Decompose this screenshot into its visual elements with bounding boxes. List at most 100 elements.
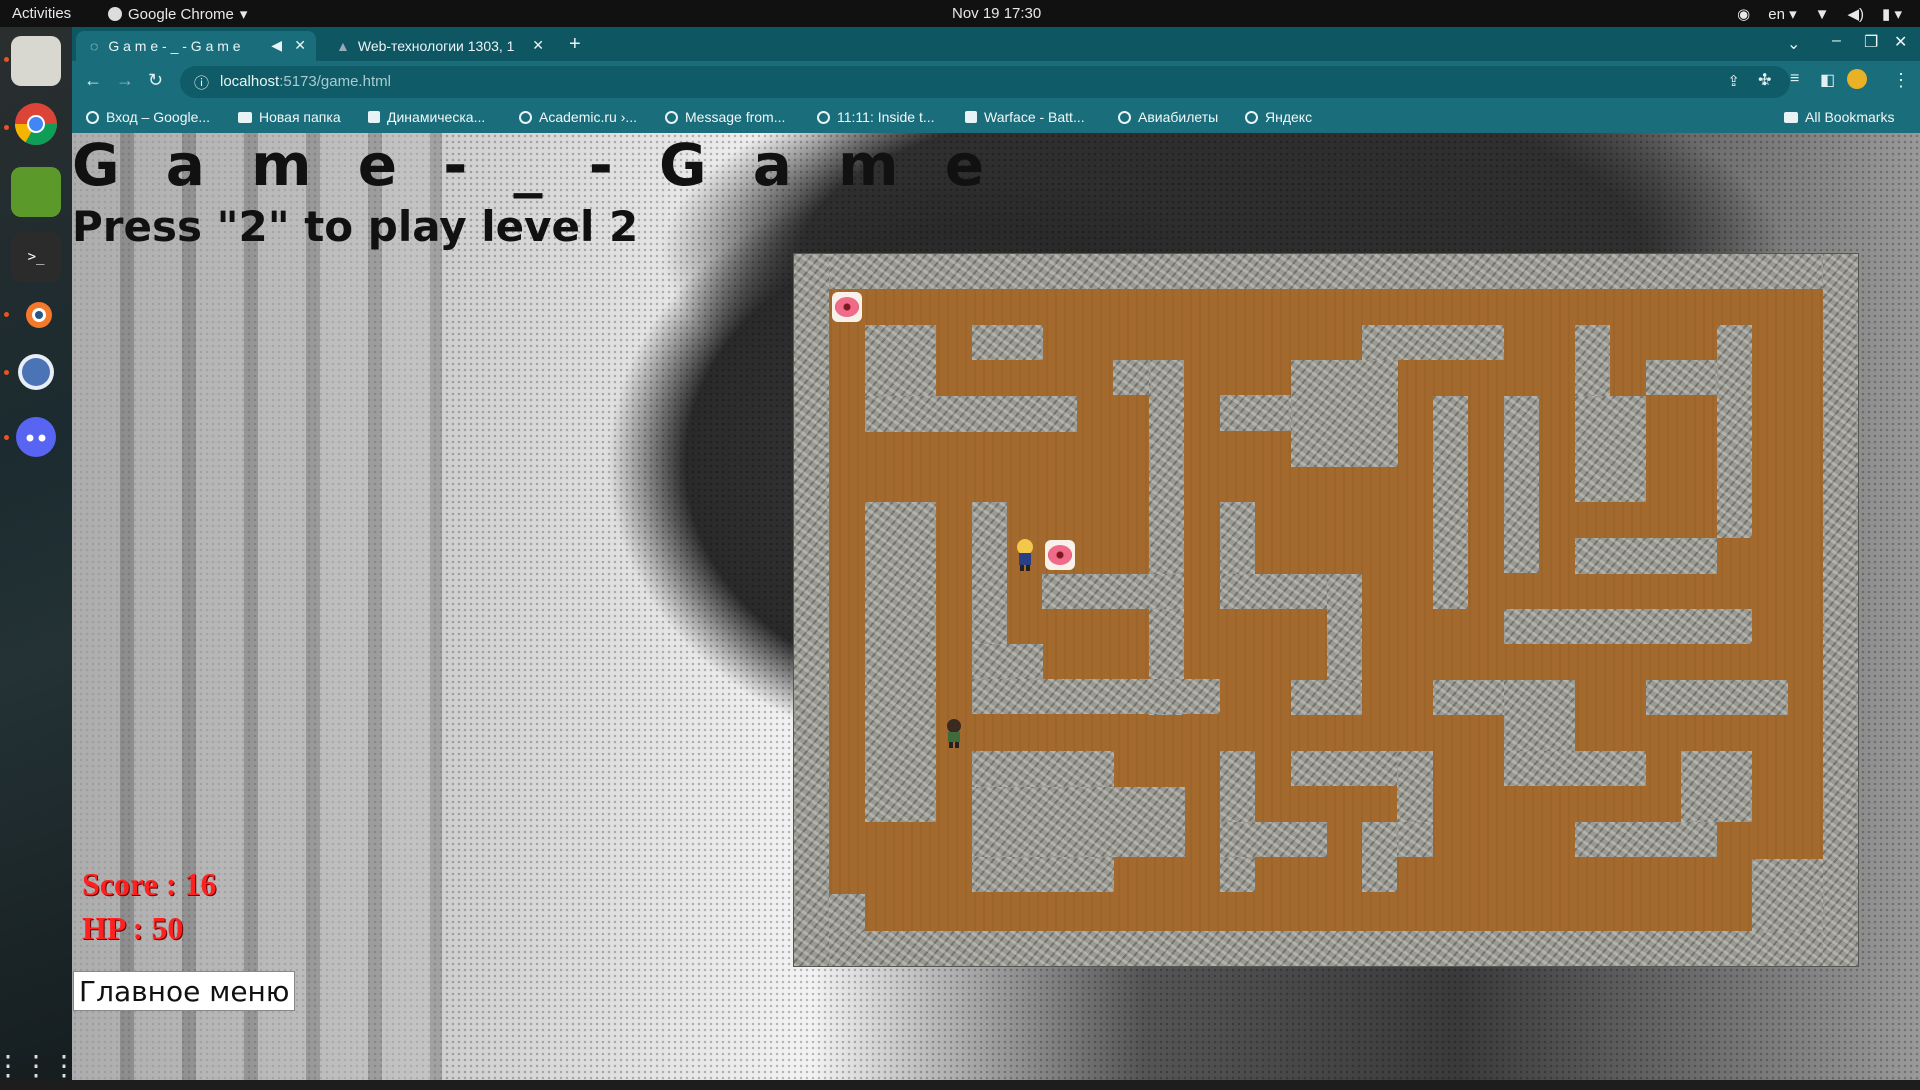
wall (1681, 751, 1752, 822)
score-display: Score : 16 (82, 866, 217, 902)
running-indicator (4, 57, 9, 62)
wall (865, 502, 936, 822)
wall (1575, 538, 1717, 574)
hp-display: HP : 50 (82, 910, 184, 946)
system-top-bar: Activities Google Chrome ▾ Nov 19 17:30 … (0, 0, 1920, 27)
running-indicator (4, 370, 9, 375)
folder-icon (238, 111, 252, 123)
running-indicator (4, 125, 9, 130)
tab-strip: ◌ G a m e - _ - G a m e ◀ ✕ ▲ Web-технол… (72, 27, 1920, 61)
back-button[interactable]: ← (84, 70, 102, 91)
close-window-button[interactable]: ✕ (1894, 32, 1907, 52)
extensions-icon[interactable]: ✣ (1758, 70, 1771, 90)
dock: >_ ⋮⋮⋮ (0, 27, 78, 1081)
bookmark-folder[interactable]: Новая папка (238, 109, 341, 125)
forward-button[interactable]: → (116, 70, 134, 91)
clock[interactable]: Nov 19 17:30 (952, 5, 1041, 22)
files-icon[interactable] (11, 36, 61, 86)
url-host: localhost (220, 73, 280, 90)
running-indicator (4, 435, 9, 440)
tab-title: G a m e - _ - G a m e (108, 38, 241, 54)
wall (972, 325, 1043, 360)
bookmarks-bar: Вход – Google... Новая папка Динамическа… (72, 103, 1920, 133)
wall (972, 679, 1220, 714)
address-bar[interactable]: ⓘ localhost:5173/game.html ⇪ ☆ (180, 66, 1790, 98)
blender-icon[interactable] (11, 289, 61, 339)
browser-toolbar: ← → ↻ ⓘ localhost:5173/game.html ⇪ ☆ ✣ ≡… (72, 61, 1920, 103)
bookmark-item[interactable]: Авиабилеты (1118, 109, 1218, 125)
close-icon[interactable]: ✕ (294, 37, 306, 54)
player-character (1008, 538, 1042, 572)
page-icon (368, 111, 380, 123)
bookmark-item[interactable]: Яндекс (1245, 109, 1312, 125)
restore-button[interactable]: ❐ (1864, 32, 1878, 52)
wall (972, 787, 1185, 857)
terminal-icon[interactable]: >_ (11, 232, 61, 282)
wall (1504, 751, 1646, 786)
wall (1362, 325, 1504, 360)
game-page: G a m e - _ - G a m e Press "2" to play … (72, 133, 1920, 1080)
side-panel-icon[interactable]: ◧ (1820, 70, 1835, 90)
wifi-icon[interactable]: ▼ (1815, 6, 1830, 23)
close-icon[interactable]: ✕ (532, 37, 544, 54)
speaker-icon[interactable]: ◀ (271, 37, 282, 54)
game-board[interactable] (794, 254, 1858, 966)
tab-search-icon[interactable]: ⌄ (1787, 34, 1800, 54)
activities-button[interactable]: Activities (12, 5, 71, 22)
reload-button[interactable]: ↻ (148, 70, 163, 91)
bookmark-item[interactable]: Warface - Batt... (965, 109, 1085, 125)
new-tab-button[interactable]: + (569, 33, 581, 56)
chrome-icon (108, 7, 122, 21)
wall (794, 254, 829, 966)
globe-icon: ◌ (90, 38, 99, 54)
wall (1646, 680, 1788, 715)
globe-icon (1118, 110, 1131, 124)
wall (1752, 859, 1823, 931)
language-indicator[interactable]: en ▾ (1768, 5, 1796, 23)
globe-icon (1245, 110, 1258, 124)
minecraft-icon[interactable] (11, 167, 61, 217)
wall (1042, 574, 1184, 609)
wall (1291, 360, 1398, 467)
tab-game[interactable]: ◌ G a m e - _ - G a m e ◀ ✕ (76, 31, 316, 61)
running-indicator (4, 312, 9, 317)
wall (1362, 822, 1397, 892)
tab-title: Web-технологии 1303, 1 (357, 38, 515, 54)
discord-tray-icon[interactable]: ◉ (1737, 5, 1750, 23)
game-title: G a m e - _ - G a m e (72, 133, 998, 199)
wall (1504, 396, 1539, 573)
wall (1433, 396, 1468, 609)
all-bookmarks-button[interactable]: All Bookmarks (1784, 109, 1894, 125)
bookmark-item[interactable]: Message from... (665, 109, 785, 125)
donut-pickup (1043, 538, 1077, 572)
battery-icon[interactable]: ▮ ▾ (1882, 5, 1902, 23)
tab-web-tech[interactable]: ▲ Web-технологии 1303, 1 ✕ (322, 31, 554, 61)
chevron-down-icon: ▾ (239, 6, 248, 23)
share-icon[interactable]: ⇪ (1727, 72, 1740, 90)
media-controls-icon[interactable]: ≡ (1790, 70, 1799, 88)
bookmark-item[interactable]: Динамическа... (368, 109, 485, 125)
main-menu-button[interactable]: Главное меню (73, 971, 296, 1011)
discord-icon[interactable] (11, 412, 61, 462)
wall (794, 254, 1858, 289)
bookmark-item[interactable]: 11:11: Inside t... (817, 109, 935, 125)
profile-avatar[interactable] (1847, 69, 1867, 89)
donut-icon (832, 292, 862, 322)
wall (1823, 254, 1858, 966)
globe-icon (665, 110, 678, 124)
tab-favicon-icon: ▲ (336, 38, 350, 54)
info-icon[interactable]: ⓘ (194, 72, 209, 93)
show-apps-icon[interactable]: ⋮⋮⋮ (0, 1040, 78, 1090)
volume-icon[interactable]: ◀) (1848, 5, 1865, 23)
qbittorrent-icon[interactable] (11, 347, 61, 397)
chrome-menu-icon[interactable]: ⋮ (1892, 70, 1910, 91)
donut-pickup (830, 290, 864, 324)
app-menu[interactable]: Google Chrome ▾ (108, 5, 247, 23)
bookmark-item[interactable]: Вход – Google... (86, 109, 210, 125)
system-tray[interactable]: ◉ en ▾ ▼ ◀) ▮ ▾ (1737, 5, 1902, 24)
bookmark-item[interactable]: Academic.ru ›... (519, 109, 637, 125)
wall (1504, 609, 1752, 644)
minimize-button[interactable]: – (1832, 32, 1841, 50)
chrome-dock-icon[interactable] (11, 99, 61, 149)
google-icon (86, 110, 99, 124)
